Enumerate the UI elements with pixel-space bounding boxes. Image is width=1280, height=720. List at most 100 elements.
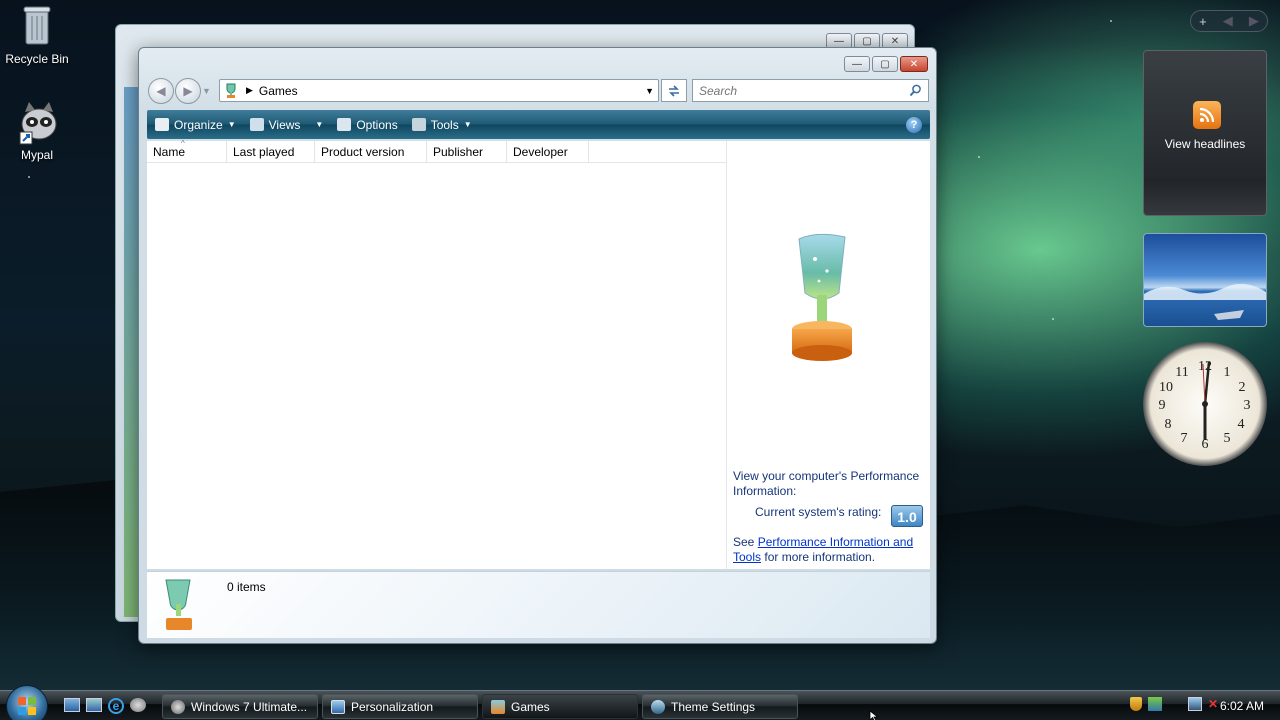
search-icon[interactable] [909, 84, 922, 97]
item-count: 0 items [227, 580, 266, 594]
trophy-icon [491, 699, 505, 714]
taskbar-item-games[interactable]: Games [482, 694, 638, 719]
trophy-icon [226, 83, 236, 98]
clock[interactable]: 6:02 AM [1220, 699, 1264, 713]
taskbar-item-label: Games [511, 699, 550, 714]
column-header-developer[interactable]: Developer [507, 141, 589, 162]
raccoon-shortcut-icon [17, 100, 57, 145]
trophy-icon [165, 579, 192, 630]
rss-icon [1193, 101, 1221, 129]
views-button[interactable]: Views ▼ [249, 117, 324, 132]
options-button[interactable]: Options [337, 118, 398, 132]
shield-icon[interactable] [1130, 697, 1142, 711]
switch-windows-icon[interactable] [86, 698, 102, 712]
taskbar-item-personalization[interactable]: Personalization [322, 694, 478, 719]
desktop-icon-label: Mypal [20, 148, 53, 162]
see-prefix: See [733, 535, 755, 549]
organize-icon [155, 118, 169, 131]
views-icon [249, 118, 264, 131]
svg-text:7: 7 [1181, 431, 1188, 446]
volume-muted-icon[interactable]: ✕ [1208, 697, 1218, 711]
internet-explorer-icon[interactable]: e [108, 698, 124, 714]
address-bar[interactable]: ▶ Games ▼ [219, 79, 659, 102]
help-icon[interactable]: ? [906, 116, 922, 133]
rating-badge[interactable]: 1.0 [891, 505, 923, 527]
column-headers: Name ^ Last played Product version Publis… [147, 139, 726, 163]
back-button[interactable]: ◀ [148, 78, 174, 104]
next-gadget-icon[interactable]: ▶ [1249, 13, 1259, 29]
sort-ascending-icon: ^ [181, 139, 185, 148]
system-tray: ✕ [1130, 697, 1218, 711]
chevron-down-icon: ▼ [227, 120, 236, 129]
games-list-pane[interactable]: Name ^ Last played Product version Publis… [147, 139, 727, 569]
svg-text:3: 3 [1244, 398, 1251, 413]
preview-pane: View your computer's Performance Informa… [727, 141, 930, 569]
views-label: Views [268, 117, 301, 132]
show-desktop-icon[interactable] [64, 698, 80, 712]
quick-launch: e [64, 698, 146, 714]
column-header-product-version[interactable]: Product version [315, 141, 427, 162]
recycle-bin-icon [17, 4, 57, 48]
svg-text:4: 4 [1238, 417, 1245, 432]
desktop-icon-mypal[interactable]: Mypal [0, 100, 74, 162]
star [978, 156, 980, 158]
command-bar: Organize ▼ Views ▼ Options Tools ▼ ? [147, 110, 930, 139]
close-button[interactable]: ✕ [900, 56, 928, 72]
chevron-down-icon: ▼ [315, 120, 324, 129]
forward-button[interactable]: ▶ [175, 78, 201, 104]
see-more-text: See Performance Information and Tools fo… [733, 535, 923, 565]
maximize-button[interactable]: ▢ [872, 56, 898, 72]
organize-label: Organize [174, 117, 223, 132]
feed-label: View headlines [1164, 137, 1246, 151]
windows-logo-icon [18, 697, 36, 715]
taskbar-item-label: Theme Settings [671, 699, 756, 714]
star [28, 176, 30, 178]
see-suffix: for more information. [764, 550, 876, 564]
desktop-icon-recycle-bin[interactable]: Recycle Bin [0, 4, 74, 66]
prev-gadget-icon[interactable]: ◀ [1223, 13, 1233, 29]
column-header-name[interactable]: Name ^ [147, 139, 227, 162]
theme-settings-icon [651, 699, 665, 714]
tools-label: Tools [430, 117, 459, 132]
network-icon[interactable] [1188, 697, 1202, 711]
mouse-cursor-icon [869, 710, 879, 720]
options-icon [337, 118, 352, 131]
trophy-icon [792, 233, 852, 361]
refresh-button[interactable] [661, 79, 687, 102]
search-input[interactable] [699, 83, 889, 98]
slideshow-image [1144, 283, 1266, 320]
organize-button[interactable]: Organize ▼ [155, 118, 236, 132]
desktop-icon-label: Recycle Bin [5, 52, 69, 66]
tools-button[interactable]: Tools ▼ [411, 117, 472, 132]
minimize-button[interactable]: — [844, 56, 870, 72]
taskbar: e Windows 7 Ultimate... Personalization … [0, 685, 1280, 720]
raccoon-icon [171, 699, 185, 714]
start-button[interactable] [6, 685, 48, 720]
add-gadget-icon[interactable]: + [1199, 14, 1207, 29]
performance-info-text: View your computer's Performance Informa… [733, 469, 920, 498]
svg-text:1: 1 [1224, 365, 1231, 380]
search-box[interactable] [692, 79, 929, 102]
update-icon[interactable] [1148, 697, 1162, 711]
chevron-down-icon: ▼ [463, 120, 472, 129]
taskbar-item-theme-settings[interactable]: Theme Settings [642, 694, 798, 719]
rating-label: Current system's rating: [755, 505, 882, 519]
taskbar-item-windows7[interactable]: Windows 7 Ultimate... [162, 694, 318, 719]
column-header-last-played[interactable]: Last played [227, 141, 315, 162]
svg-text:5: 5 [1224, 431, 1231, 446]
taskbar-item-label: Personalization [351, 699, 434, 714]
refresh-icon [669, 84, 679, 97]
column-header-publisher[interactable]: Publisher [427, 141, 507, 162]
chevron-down-icon[interactable]: ▼ [202, 86, 211, 104]
games-window[interactable]: — ▢ ✕ ◀ ▶ ▼ ▶ Games ▼ Organize ▼ Views ▼ O… [138, 47, 937, 644]
chevron-down-icon[interactable]: ▼ [645, 86, 654, 96]
slideshow-gadget[interactable] [1143, 233, 1267, 327]
taskbar-item-label: Windows 7 Ultimate... [191, 699, 308, 714]
mypal-quicklaunch-icon[interactable] [130, 698, 146, 712]
details-pane: 0 items [147, 571, 930, 638]
tools-icon [411, 118, 426, 131]
feed-headlines-gadget[interactable]: View headlines [1143, 50, 1267, 216]
svg-text:12: 12 [1198, 359, 1212, 374]
clock-gadget[interactable]: 12 1 2 3 4 5 6 7 8 9 10 11 [1143, 342, 1267, 466]
breadcrumb[interactable]: Games [259, 84, 298, 98]
